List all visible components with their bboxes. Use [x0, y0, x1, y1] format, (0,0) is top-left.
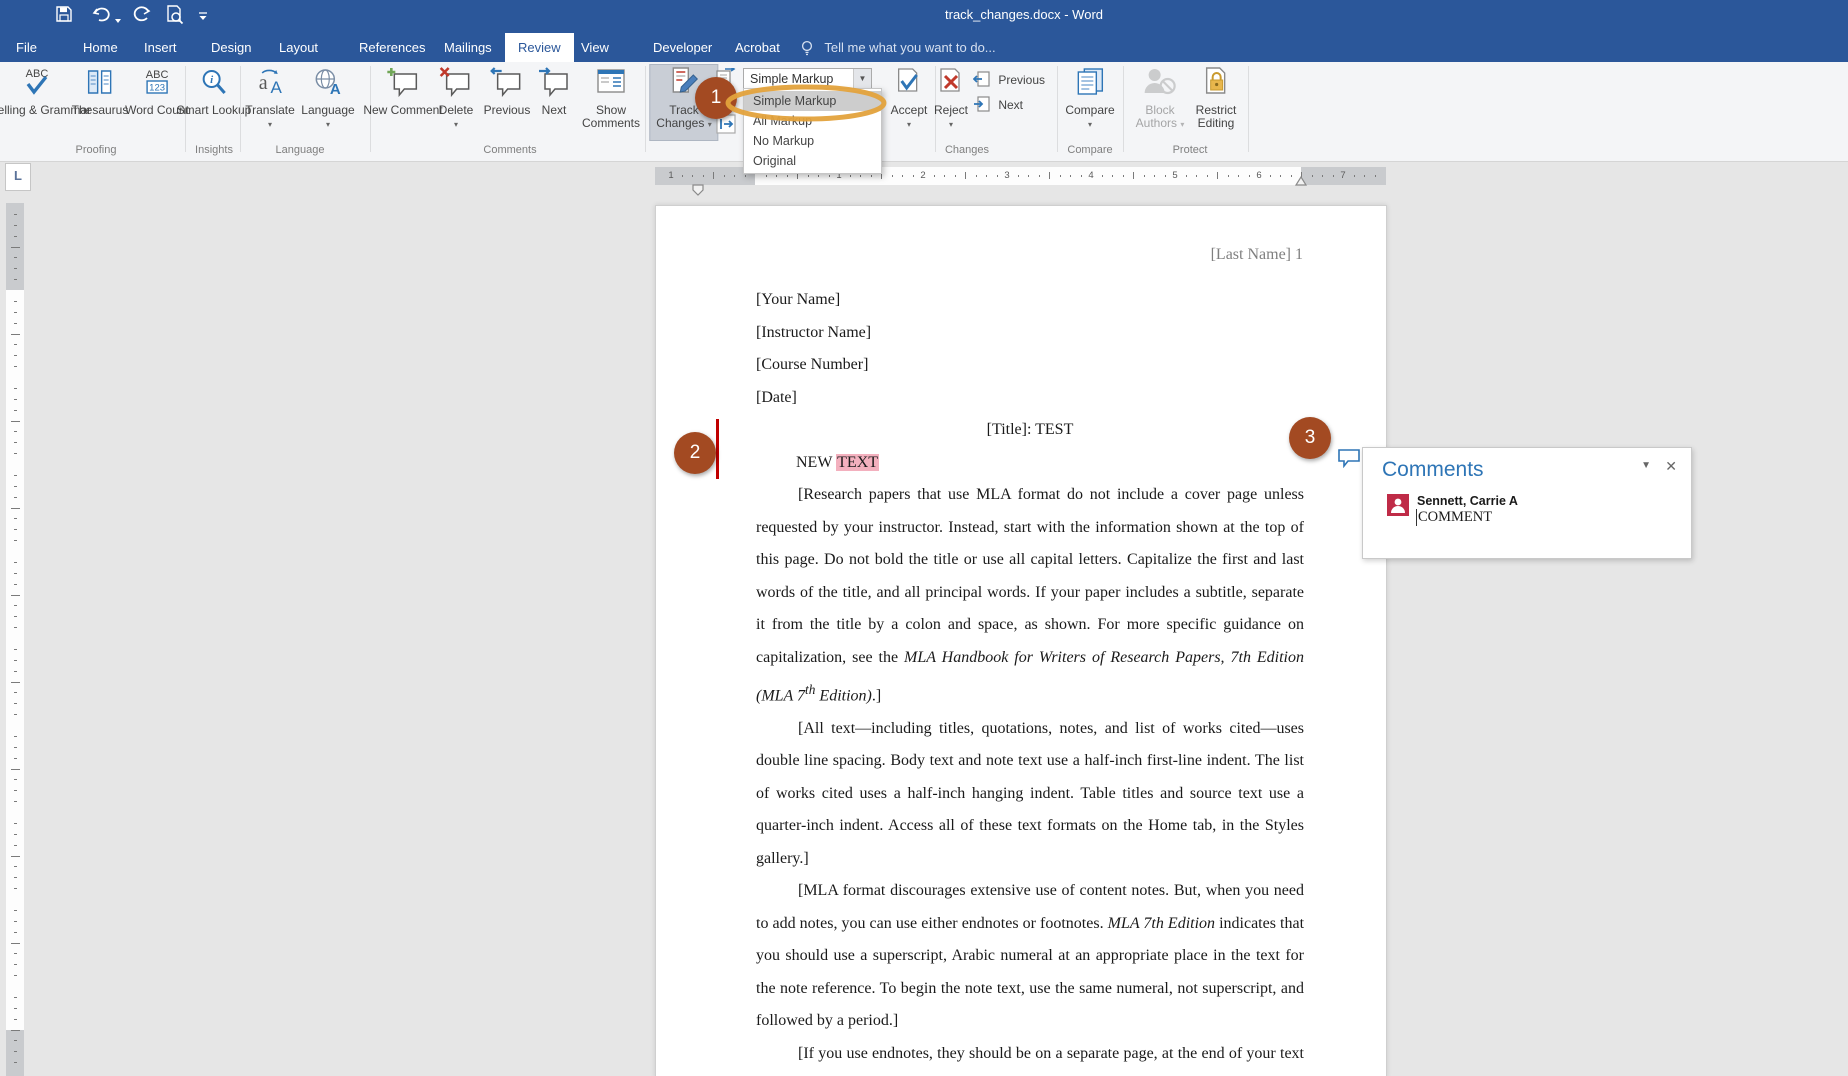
lightbulb-icon: [800, 40, 814, 56]
document-body[interactable]: [Your Name][Instructor Name][Course Numb…: [756, 284, 1304, 1076]
hanging-indent-marker[interactable]: [691, 184, 705, 196]
tab-developer[interactable]: Developer: [640, 33, 725, 62]
previous-comment-button[interactable]: Previous: [484, 65, 531, 117]
ribbon-tab-bar: File HomeInsert DesignLayout ReferencesMail…: [0, 30, 1848, 62]
tab-home[interactable]: Home: [70, 33, 131, 62]
document-paragraph[interactable]: [If you use endnotes, they should be on …: [756, 1038, 1304, 1076]
group-divider: [1248, 66, 1249, 152]
tab-layout[interactable]: Layout: [266, 33, 331, 62]
document-line[interactable]: [Course Number]: [756, 349, 1304, 382]
delete-comment-icon: [439, 67, 474, 100]
group-divider: [1057, 66, 1058, 152]
block-authors-button: Block Authors ▾: [1136, 65, 1185, 131]
svg-text:A: A: [270, 78, 282, 97]
document-line[interactable]: [Instructor Name]: [756, 317, 1304, 350]
tracked-insertion-highlight[interactable]: TEXT: [836, 454, 879, 471]
tab-review[interactable]: Review: [505, 33, 574, 62]
compare-icon: [1065, 67, 1114, 100]
group-divider: [645, 66, 646, 152]
group-label-comments: Comments: [483, 144, 536, 156]
comments-pane: Comments ▼ ✕ Sennett, Carrie A COMMENT: [1362, 447, 1692, 559]
svg-text:123: 123: [149, 83, 165, 94]
document-paragraph[interactable]: [All text—including titles, quotations, …: [756, 713, 1304, 876]
svg-text:A: A: [330, 81, 341, 97]
previous-change-button[interactable]: Previous: [973, 70, 1045, 88]
comment-text[interactable]: COMMENT: [1416, 509, 1492, 526]
vertical-ruler[interactable]: [6, 203, 24, 1076]
tell-me-placeholder: Tell me what you want to do...: [824, 40, 995, 55]
page-header-text: [Last Name] 1: [1211, 246, 1303, 264]
menu-item-no-markup[interactable]: No Markup: [744, 131, 881, 151]
tab-stop-selector[interactable]: L: [5, 163, 31, 191]
document-line[interactable]: [Your Name]: [756, 284, 1304, 317]
group-label-changes: Changes: [945, 144, 989, 156]
right-indent-marker[interactable]: [1294, 176, 1308, 186]
reject-button[interactable]: Reject▾: [934, 65, 968, 131]
next-comment-button[interactable]: Next: [537, 65, 571, 117]
tab-file[interactable]: File: [3, 33, 50, 62]
author-avatar: [1387, 494, 1409, 516]
document-line[interactable]: [Date]: [756, 382, 1304, 415]
group-label-protect: Protect: [1173, 144, 1208, 156]
tab-references[interactable]: References: [346, 33, 438, 62]
group-label-language: Language: [276, 144, 325, 156]
compare-button[interactable]: Compare▾: [1065, 65, 1114, 131]
delete-comment-button[interactable]: Delete▾: [439, 65, 474, 131]
menu-item-original[interactable]: Original: [744, 151, 881, 171]
callout-2: 2: [674, 432, 716, 474]
window-title: track_changes.docx - Word: [0, 7, 1848, 22]
tab-acrobat[interactable]: Acrobat: [722, 33, 793, 62]
set-language-button[interactable]: A Language▾: [301, 65, 354, 131]
reject-icon: [934, 67, 968, 100]
translate-button[interactable]: aA Translate▾: [245, 65, 295, 131]
comment-indicator-icon[interactable]: [1337, 448, 1361, 473]
collapse-pane-icon[interactable]: ▼: [1641, 460, 1651, 471]
annotation-ellipse: [724, 84, 888, 122]
previous-comment-icon: [484, 67, 531, 100]
tab-view[interactable]: View: [568, 33, 622, 62]
svg-text:a: a: [259, 72, 268, 94]
new-comment-button[interactable]: New Comment: [363, 65, 442, 117]
next-change-icon: [973, 95, 991, 113]
restrict-editing-icon: [1196, 67, 1237, 100]
tab-insert[interactable]: Insert: [131, 33, 190, 62]
callout-3: 3: [1289, 417, 1331, 459]
document-title-line[interactable]: [Title]: TEST: [756, 414, 1304, 447]
group-label-compare: Compare: [1067, 144, 1112, 156]
accept-button[interactable]: Accept▾: [891, 65, 928, 131]
accept-icon: [891, 67, 928, 100]
tracked-change-bar[interactable]: [716, 419, 719, 479]
group-divider: [1123, 66, 1124, 152]
word-application-window: track_changes.docx - Word File HomeInsert…: [0, 0, 1848, 1076]
new-comment-icon: [363, 67, 442, 100]
tell-me-box[interactable]: Tell me what you want to do...: [800, 33, 996, 62]
close-pane-icon[interactable]: ✕: [1665, 458, 1677, 475]
block-authors-icon: [1136, 67, 1185, 100]
document-paragraph[interactable]: [MLA format discourages extensive use of…: [756, 875, 1304, 1038]
thesaurus-icon: [72, 67, 129, 100]
comments-pane-title: Comments: [1382, 458, 1484, 482]
group-divider: [240, 66, 241, 152]
next-comment-icon: [537, 67, 571, 100]
show-comments-button[interactable]: Show Comments: [578, 65, 644, 130]
language-globe-icon: A: [301, 67, 354, 100]
restrict-editing-button[interactable]: Restrict Editing: [1196, 65, 1237, 130]
ribbon: ABC Spelling & Grammar Thesaurus ABC123 …: [0, 62, 1848, 162]
comment-author: Sennett, Carrie A: [1417, 494, 1518, 508]
show-comments-icon: [578, 67, 644, 100]
next-change-button[interactable]: Next: [973, 95, 1023, 113]
tab-design[interactable]: Design: [198, 33, 264, 62]
title-bar: track_changes.docx - Word: [0, 0, 1848, 30]
translate-icon: aA: [245, 67, 295, 100]
person-icon: [1390, 498, 1406, 513]
document-page[interactable]: [Last Name] 1 [Your Name][Instructor Nam…: [655, 205, 1387, 1076]
tracked-insertion-line[interactable]: NEW TEXT: [756, 447, 1304, 480]
group-label-proofing: Proofing: [76, 144, 117, 156]
document-paragraph[interactable]: [Research papers that use MLA format do …: [756, 479, 1304, 713]
svg-text:ABC: ABC: [146, 69, 169, 81]
group-label-insights: Insights: [195, 144, 233, 156]
previous-change-icon: [973, 70, 991, 88]
thesaurus-button[interactable]: Thesaurus: [72, 65, 129, 117]
tab-mailings[interactable]: Mailings: [431, 33, 505, 62]
